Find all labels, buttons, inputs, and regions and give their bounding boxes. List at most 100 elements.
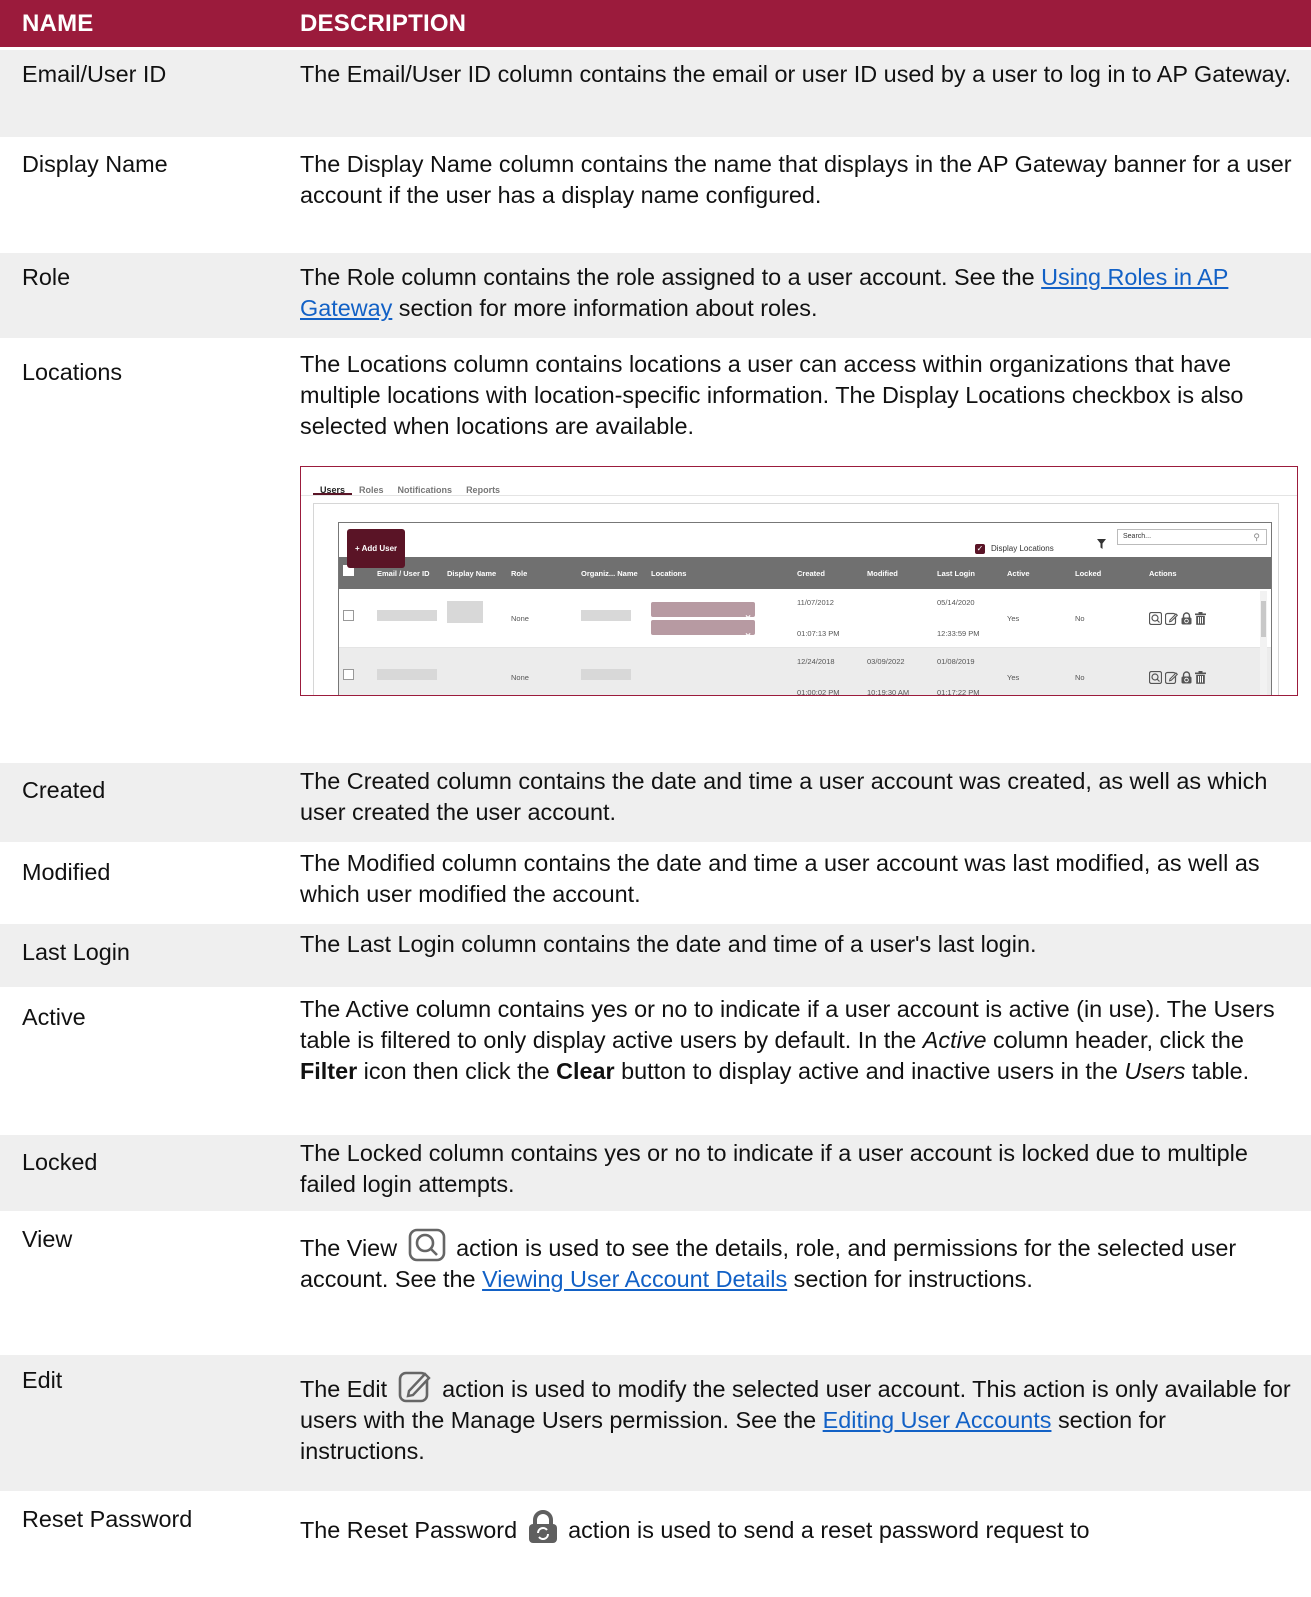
tab-users[interactable]: Users — [313, 473, 353, 495]
view-icon[interactable] — [1149, 611, 1162, 625]
search-input[interactable]: Search... ⚲ — [1117, 529, 1267, 545]
table-row: Modified The Modified column contains th… — [0, 845, 1311, 924]
created-date: 12/24/2018 — [797, 657, 835, 666]
scrollbar-thumb[interactable] — [1261, 601, 1266, 637]
remove-icon: × — [745, 630, 751, 642]
created-time: 01:07:13 PM — [797, 629, 840, 638]
table-row: Email/User ID The Email/User ID column c… — [0, 50, 1311, 140]
redacted-value — [581, 609, 631, 621]
grid-row: None × × 11/07/2012 01:07:13 PM 05/14/202… — [339, 589, 1271, 648]
login-time: 12:33:59 PM — [937, 629, 980, 638]
redacted-value — [581, 668, 631, 680]
row-name: View — [22, 1226, 73, 1252]
location-chip[interactable]: × — [651, 619, 755, 642]
row-name: Reset Password — [22, 1506, 193, 1532]
display-locations-toggle[interactable]: ✓ Display Locations — [975, 533, 1054, 564]
delete-icon[interactable] — [1195, 670, 1206, 684]
table-row: Created The Created column contains the … — [0, 763, 1311, 845]
row-description: The Locked column contains yes or no to … — [300, 1140, 1248, 1197]
tab-notifications[interactable]: Notifications — [391, 473, 460, 495]
desc-text: button to display active and inactive us… — [614, 1058, 1125, 1084]
col-modified[interactable]: Modified — [863, 558, 933, 589]
modified-time: 10:19:30 AM — [867, 688, 910, 696]
location-chip[interactable]: × — [651, 601, 755, 624]
cell-active: Yes — [1007, 613, 1020, 623]
redacted-value — [377, 668, 437, 680]
delete-icon[interactable] — [1195, 611, 1206, 625]
reset-password-icon[interactable] — [1181, 670, 1192, 684]
viewing-user-account-details-link[interactable]: Viewing User Account Details — [482, 1266, 787, 1292]
row-description: The Display Name column contains the nam… — [300, 151, 1292, 208]
editing-user-accounts-link[interactable]: Editing User Accounts — [823, 1407, 1052, 1433]
view-icon — [408, 1228, 445, 1262]
table-row: Locations The Locations column contains … — [0, 341, 1311, 763]
login-time: 01:17:22 PM — [937, 688, 980, 696]
desc-strong: Clear — [556, 1058, 615, 1084]
col-actions: Actions — [1149, 568, 1177, 578]
desc-text: The Reset Password — [300, 1517, 524, 1543]
edit-icon — [398, 1371, 431, 1403]
desc-emphasis: Active — [922, 1027, 987, 1053]
row-checkbox[interactable] — [343, 668, 354, 680]
row-description: The Created column contains the date and… — [300, 768, 1268, 825]
cell-locked: No — [1075, 672, 1085, 682]
table-row: Edit The Edit action is used to modify t… — [0, 1355, 1311, 1494]
row-description: The Locations column contains locations … — [300, 341, 1311, 760]
col-created[interactable]: Created — [793, 558, 863, 589]
reset-password-icon[interactable] — [1181, 611, 1192, 625]
cell-active: Yes — [1007, 672, 1020, 682]
cell-actions — [1145, 611, 1225, 625]
screenshot-tabs: Users Roles Notifications Reports — [301, 467, 1297, 496]
cell-modified: 03/09/2022 10:19:30 AM — [863, 646, 933, 696]
row-name: Display Name — [22, 151, 168, 177]
add-user-button[interactable]: + Add User — [347, 529, 406, 568]
desc-text: The Edit — [300, 1376, 394, 1402]
grid-scrollbar[interactable] — [1260, 591, 1267, 695]
redacted-value — [447, 600, 483, 623]
display-locations-label: Display Locations — [991, 544, 1054, 553]
modified-date: 03/09/2022 — [867, 657, 905, 666]
grid-header: Email / User ID Display Name Role Organi… — [339, 557, 1271, 589]
desc-text: action is used to send a reset password … — [561, 1517, 1090, 1543]
desc-text: column header, click the — [986, 1027, 1244, 1053]
col-organization[interactable]: Organiz... Name — [577, 558, 647, 589]
desc-text: icon then click the — [357, 1058, 557, 1084]
table-row: View The View action is used to see the … — [0, 1214, 1311, 1355]
header-name: NAME — [22, 9, 94, 37]
table-row: Locked The Locked column contains yes or… — [0, 1135, 1311, 1214]
desc-text: section for instructions. — [787, 1266, 1033, 1292]
row-name: Active — [22, 1004, 86, 1030]
cell-created: 11/07/2012 01:07:13 PM — [793, 587, 863, 649]
edit-icon[interactable] — [1165, 671, 1178, 684]
locations-description: The Locations column contains locations … — [300, 351, 1244, 439]
login-date: 01/08/2019 — [937, 657, 975, 666]
tab-reports[interactable]: Reports — [459, 473, 507, 495]
login-date: 05/14/2020 — [937, 598, 975, 607]
cell-locations: × × — [647, 599, 793, 642]
filter-icon[interactable] — [1097, 531, 1106, 562]
header-description: DESCRIPTION — [300, 9, 467, 37]
edit-icon[interactable] — [1165, 612, 1178, 625]
row-description: The Reset Password action is used to sen… — [300, 1494, 1311, 1594]
col-locations[interactable]: Locations — [647, 558, 793, 589]
row-name: Locked — [22, 1149, 98, 1175]
tab-roles[interactable]: Roles — [352, 473, 391, 495]
users-table-screenshot: Users Roles Notifications Reports + Add … — [300, 466, 1298, 696]
users-grid: + Add User ✓ Display Locations Search...… — [338, 522, 1272, 696]
row-name: Last Login — [22, 939, 130, 965]
desc-strong: Filter — [300, 1058, 358, 1084]
row-checkbox[interactable] — [343, 609, 354, 621]
view-icon[interactable] — [1149, 670, 1162, 684]
row-description: The Edit action is used to modify the se… — [300, 1355, 1311, 1491]
cell-role: None — [511, 613, 529, 623]
row-name: Created — [22, 777, 106, 803]
table-header: NAME DESCRIPTION — [0, 0, 1311, 50]
table-row: Last Login The Last Login column contain… — [0, 924, 1311, 990]
col-role[interactable]: Role — [507, 558, 577, 589]
checkbox-checked-icon[interactable]: ✓ — [975, 543, 985, 554]
cell-created: 12/24/2018 01:00:02 PM — [793, 646, 863, 695]
col-locked[interactable]: Locked — [1071, 558, 1145, 589]
reset-password-lock-icon — [528, 1510, 557, 1543]
cell-locked: No — [1075, 613, 1085, 623]
col-display-name[interactable]: Display Name — [443, 558, 507, 589]
